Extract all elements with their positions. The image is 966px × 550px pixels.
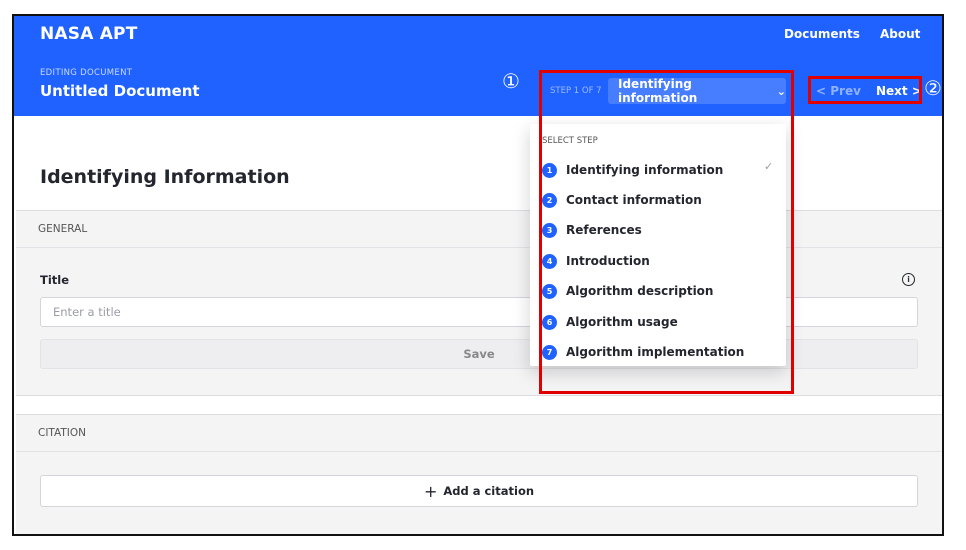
document-title: Untitled Document xyxy=(40,82,200,100)
annotation-box-step-selector xyxy=(539,70,794,394)
nav-documents-link[interactable]: Documents xyxy=(784,27,860,41)
general-section-header: GENERAL xyxy=(16,211,942,248)
citation-section: CITATION + Add a citation xyxy=(16,414,942,534)
annotation-box-prev-next xyxy=(808,76,922,104)
add-citation-button[interactable]: + Add a citation xyxy=(40,475,918,507)
add-citation-label: Add a citation xyxy=(443,484,535,498)
top-bar: NASA APT Documents About EDITING DOCUMEN… xyxy=(14,16,942,116)
app-window: NASA APT Documents About EDITING DOCUMEN… xyxy=(12,14,944,536)
annotation-callout-2: ② xyxy=(924,76,942,100)
title-field-label: Title xyxy=(40,273,70,287)
brand-logo[interactable]: NASA APT xyxy=(40,24,138,44)
general-section: GENERAL Title i Save xyxy=(16,210,942,396)
plus-icon: + xyxy=(423,481,438,501)
page-title: Identifying Information xyxy=(40,166,290,188)
editing-document-label: EDITING DOCUMENT xyxy=(40,68,133,78)
citation-section-header: CITATION xyxy=(16,415,942,452)
nav-about-link[interactable]: About xyxy=(880,27,920,41)
info-icon[interactable]: i xyxy=(902,273,915,286)
annotation-callout-1: ① xyxy=(502,69,520,93)
